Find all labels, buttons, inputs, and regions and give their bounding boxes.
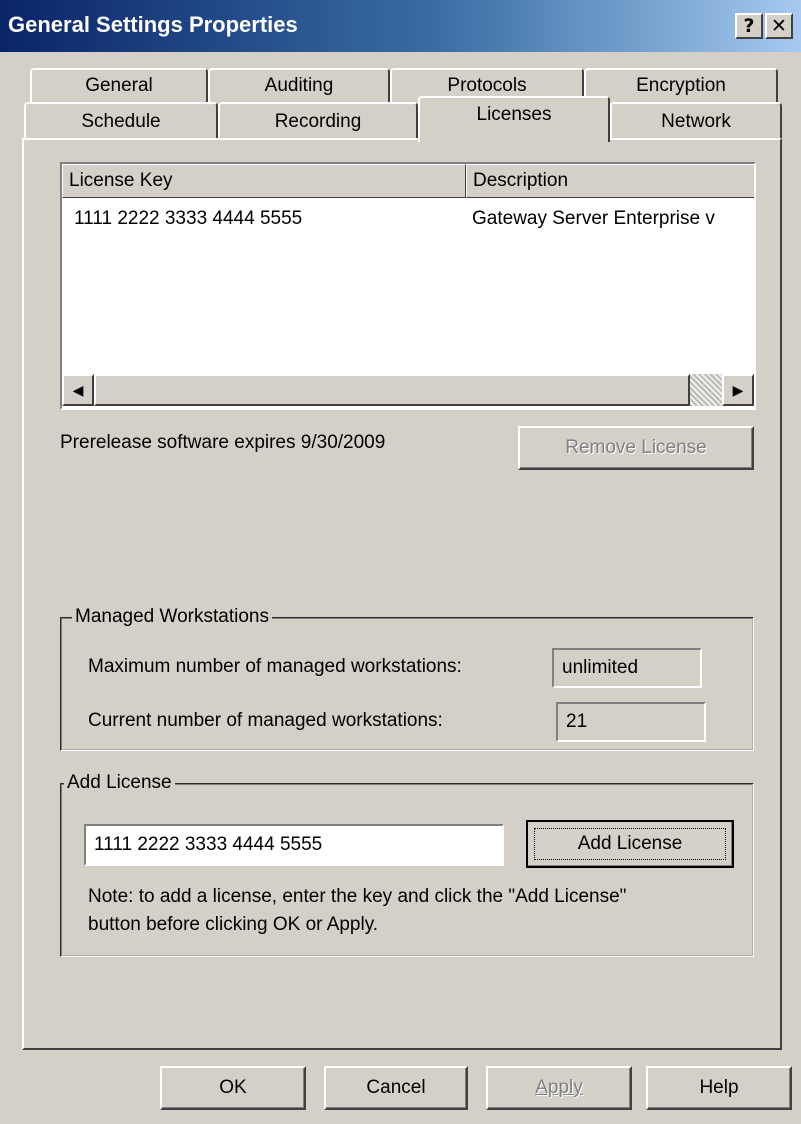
max-workstations-value: unlimited [552,648,702,688]
current-workstations-label: Current number of managed workstations: [88,710,443,731]
license-key-input[interactable]: 1111 2222 3333 4444 5555 [84,824,504,866]
window-title: General Settings Properties [8,12,298,37]
help-button[interactable]: Help [646,1066,792,1110]
scroll-track[interactable] [690,374,722,406]
close-icon[interactable]: ✕ [765,13,793,39]
add-license-button-label: Add License [534,828,726,860]
column-header-license-key[interactable]: License Key [62,164,466,198]
tab-auditing[interactable]: Auditing [208,68,390,102]
max-workstations-label: Maximum number of managed workstations: [88,656,462,677]
tab-schedule[interactable]: Schedule [24,102,218,140]
ok-button[interactable]: OK [160,1066,306,1110]
scroll-thumb[interactable] [94,374,690,406]
tab-network[interactable]: Network [610,102,782,140]
scroll-right-icon[interactable]: ▶ [722,374,754,406]
remove-license-button[interactable]: Remove License [518,426,754,470]
add-license-legend: Add License [64,772,175,794]
managed-workstations-legend: Managed Workstations [72,606,272,628]
add-license-button[interactable]: Add License [526,820,734,868]
apply-button[interactable]: Apply [486,1066,632,1110]
tab-recording[interactable]: Recording [218,102,418,140]
cancel-button[interactable]: Cancel [324,1066,468,1110]
license-row-description[interactable]: Gateway Server Enterprise v [472,204,752,234]
current-workstations-value: 21 [556,702,706,742]
license-list[interactable]: License Key Description 1111 2222 3333 4… [60,162,756,410]
tab-licenses[interactable]: Licenses [418,96,610,142]
tab-encryption[interactable]: Encryption [584,68,778,102]
title-bar: General Settings Properties ? ✕ [0,0,801,52]
expiry-notice: Prerelease software expires 9/30/2009 [60,432,386,453]
add-license-note-line2: button before clicking OK or Apply. [88,914,379,935]
add-license-note-line1: Note: to add a license, enter the key an… [88,886,627,907]
column-header-description[interactable]: Description [466,164,754,198]
help-icon[interactable]: ? [735,13,763,39]
license-row-key[interactable]: 1111 2222 3333 4444 5555 [74,204,454,234]
tab-general[interactable]: General [30,68,208,102]
scroll-left-icon[interactable]: ◀ [62,374,94,406]
horizontal-scrollbar[interactable]: ◀ ▶ [62,374,754,406]
apply-button-label: Apply [535,1077,583,1098]
